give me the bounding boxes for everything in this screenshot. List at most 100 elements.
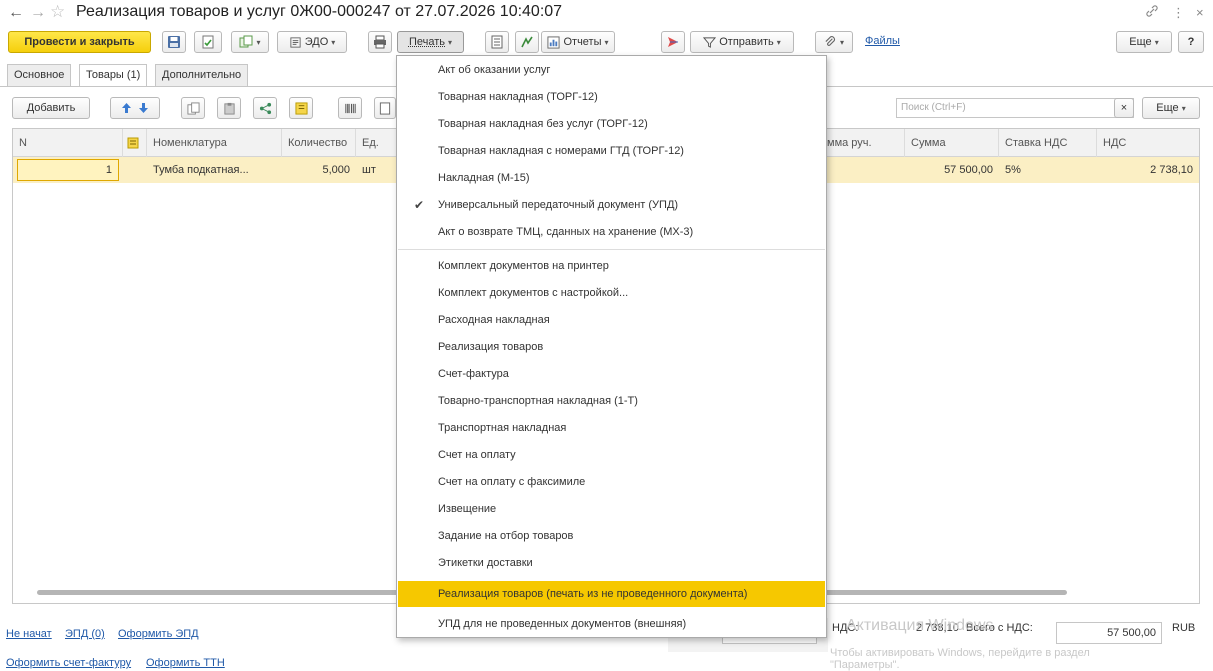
print-menu[interactable]: Акт об оказании услуг Товарная накладная… [396,55,827,638]
watermark-title: Активация Windows [846,617,994,634]
post-document-icon [202,35,214,49]
menu-item-payment-invoice-facsimile[interactable]: Счет на оплату с факсимиле [398,469,825,495]
menu-item-notice[interactable]: Извещение [398,496,825,522]
cell-unit[interactable]: шт [356,157,400,183]
make-epd-link[interactable]: Оформить ЭПД [118,628,199,640]
cell-vat-rate[interactable]: 5% [999,157,1097,183]
pick-button[interactable] [374,97,396,119]
share-row-button[interactable] [253,97,277,119]
menu-item-goods-sale[interactable]: Реализация товаров [398,334,825,360]
col-vat[interactable]: НДС [1097,129,1199,157]
cell-nomenclature[interactable]: Тумба подкатная... [147,157,282,183]
make-invoice-link[interactable]: Оформить счет-фактуру [6,657,131,669]
share-button[interactable] [661,31,685,53]
create-based-on-button[interactable]: ▾ [231,31,269,53]
menu-item-torg12[interactable]: Товарная накладная (ТОРГ-12) [398,84,825,110]
tab-goods[interactable]: Товары (1) [79,64,148,87]
accounting-entries-button[interactable] [515,31,539,53]
title-bar: ← → ☆ Реализация товаров и услуг 0Ж00-00… [0,0,1213,26]
col-quantity[interactable]: Количество [282,129,356,157]
menu-separator [398,249,825,250]
menu-item-payment-invoice[interactable]: Счет на оплату [398,442,825,468]
link-icon[interactable] [1145,4,1159,23]
cell-quantity[interactable]: 5,000 [282,157,356,183]
edo-button[interactable]: ЭДО ▾ [277,31,347,53]
arrow-up-icon[interactable] [121,102,132,114]
favorite-star-icon[interactable]: ☆ [50,2,65,22]
page-title: Реализация товаров и услуг 0Ж00-000247 о… [76,3,563,20]
col-n[interactable]: N [13,129,123,157]
attachments-button[interactable]: ▾ [815,31,853,53]
cell-sum[interactable]: 57 500,00 [905,157,999,183]
menu-item-invoice[interactable]: Счет-фактура [398,361,825,387]
printer-icon [374,35,386,49]
table-more-button[interactable]: Еще ▾ [1142,97,1200,119]
post-and-close-button[interactable]: Провести и закрыть [8,31,151,53]
menu-item-delivery-labels[interactable]: Этикетки доставки [398,550,825,576]
menu-item-upd-unposted[interactable]: УПД для не проведенных документов (внешн… [398,611,825,637]
col-unit[interactable]: Ед. [356,129,400,157]
help-button[interactable]: ? [1178,31,1204,53]
search-input[interactable]: Поиск (Ctrl+F) [896,98,1134,118]
menu-item-doc-set-settings[interactable]: Комплект документов с настройкой... [398,280,825,306]
menu-item-expense-invoice[interactable]: Расходная накладная [398,307,825,333]
move-row-buttons[interactable] [110,97,160,119]
col-flag[interactable] [123,129,147,157]
menu-item-transport-invoice[interactable]: Транспортная накладная [398,415,825,441]
reports-button[interactable]: Отчеты ▾ [541,31,615,53]
paperclip-icon [825,35,836,46]
send-button[interactable]: Отправить ▾ [690,31,794,53]
arrow-down-icon[interactable] [138,102,149,114]
copy-row-button[interactable] [181,97,205,119]
chevron-down-icon: ▾ [1181,103,1186,113]
create-based-icon [239,35,253,48]
menu-item-m15[interactable]: Накладная (М-15) [398,165,825,191]
watermark-text: Чтобы активировать Windows, перейдите в … [830,647,1090,659]
print-button[interactable]: Печать ▾ [397,31,464,53]
files-link[interactable]: Файлы [865,35,900,47]
save-button[interactable] [162,31,186,53]
chevron-down-icon: ▾ [256,37,261,47]
col-vat-rate[interactable]: Ставка НДС [999,129,1097,157]
more-vertical-icon[interactable]: ⋮ [1172,4,1185,22]
epd-link[interactable]: ЭПД (0) [65,628,105,640]
menu-item-upd[interactable]: ✔ Универсальный передаточный документ (У… [398,192,825,218]
back-icon[interactable]: ← [6,3,26,23]
cell-vat[interactable]: 2 738,10 [1097,157,1199,183]
share-icon [259,102,271,114]
save-icon [168,36,180,48]
total-with-vat-field: 57 500,00 [1056,622,1162,644]
menu-item-picking-task[interactable]: Задание на отбор товаров [398,523,825,549]
tab-main[interactable]: Основное [7,64,72,86]
edo-status-link[interactable]: Не начат [6,628,52,640]
fill-button[interactable] [289,97,313,119]
make-ttn-link[interactable]: Оформить ТТН [146,657,225,669]
more-button[interactable]: Еще ▾ [1116,31,1172,53]
menu-item-ttn-1t[interactable]: Товарно-транспортная накладная (1-Т) [398,388,825,414]
chevron-down-icon: ▾ [839,37,844,47]
col-sum-manual[interactable]: мма руч. [821,129,905,157]
paste-button[interactable] [217,97,241,119]
menu-item-mx3[interactable]: Акт о возврате ТМЦ, сданных на хранение … [398,219,825,245]
tab-additional[interactable]: Дополнительно [155,64,249,86]
currency-label: RUB [1172,622,1196,634]
clear-search-button[interactable]: × [1114,98,1134,118]
menu-item-act-services[interactable]: Акт об оказании услуг [398,57,825,83]
barcode-button[interactable] [338,97,362,119]
menu-item-doc-set-printer[interactable]: Комплект документов на принтер [398,253,825,279]
close-icon[interactable]: × [1196,4,1204,22]
quick-print-button[interactable] [368,31,392,53]
forward-icon[interactable]: → [28,3,48,23]
post-button[interactable] [194,31,222,53]
add-row-button[interactable]: Добавить [12,97,90,119]
report-icon [547,35,561,49]
menu-item-sale-unposted[interactable]: Реализация товаров (печать из не проведе… [398,581,825,607]
chevron-down-icon: ▾ [776,37,781,47]
col-nomenclature[interactable]: Номенклатура [147,129,282,157]
col-sum[interactable]: Сумма [905,129,999,157]
menu-item-torg12-gtd[interactable]: Товарная накладная с номерами ГТД (ТОРГ-… [398,138,825,164]
menu-item-torg12-no-services[interactable]: Товарная накладная без услуг (ТОРГ-12) [398,111,825,137]
cell-n[interactable]: 1 [17,159,119,181]
document-journal-button[interactable] [485,31,509,53]
barcode-icon [344,103,356,113]
